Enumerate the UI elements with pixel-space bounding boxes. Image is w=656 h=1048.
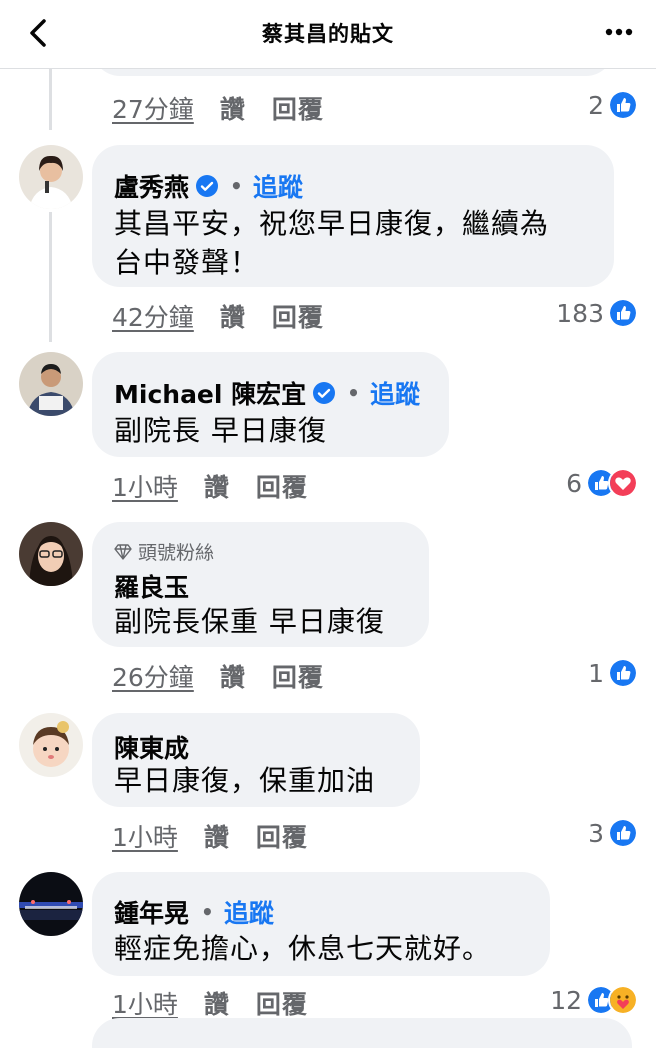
fan-badge-label: 頭號粉絲 xyxy=(138,542,215,564)
like-button[interactable]: 讚 xyxy=(220,663,246,692)
commenter-name[interactable]: Michael 陳宏宜 xyxy=(114,375,306,411)
like-reaction-icon xyxy=(608,298,638,328)
comment-text: 副院長 早日康復 xyxy=(114,411,327,450)
follow-button[interactable]: 追蹤 xyxy=(224,894,274,930)
comment-bubble: 頭號粉絲 羅良玉 副院長保重 早日康復 xyxy=(92,522,429,647)
comment-text: 副院長保重 早日康復 xyxy=(114,602,385,641)
comment-time[interactable]: 1小時 xyxy=(112,990,178,1019)
comment-bubble: 鍾年晃 • 追蹤 輕症免擔心，休息七天就好。 xyxy=(92,872,550,976)
more-dots-icon[interactable] xyxy=(604,22,634,42)
separator-dot: • xyxy=(201,900,214,924)
page-title: 蔡其昌的貼文 xyxy=(262,22,394,46)
comment-line: 副院長 早日康復 xyxy=(114,414,327,447)
thread-line xyxy=(49,68,52,130)
reply-button[interactable]: 回覆 xyxy=(272,303,324,332)
reaction-count: 1 xyxy=(588,658,604,688)
reply-button[interactable]: 回覆 xyxy=(272,95,324,124)
thread-line xyxy=(49,212,52,342)
comment-meta: 42分鐘讚回覆 xyxy=(112,298,324,334)
comment-line: 台中發聲！ xyxy=(114,246,260,279)
diamond-icon xyxy=(114,543,132,560)
follow-button[interactable]: 追蹤 xyxy=(370,375,420,411)
like-reaction-icon xyxy=(608,658,638,688)
reaction-count: 6 xyxy=(566,468,582,498)
comment-time[interactable]: 1小時 xyxy=(112,473,178,502)
comment-meta: 26分鐘讚回覆 xyxy=(112,658,324,694)
comment-time[interactable]: 1小時 xyxy=(112,823,178,852)
comment-bubble: 盧秀燕 • 追蹤 其昌平安，祝您早日康復，繼續為 台中發聲！ xyxy=(92,145,614,287)
comment-meta: 1小時讚回覆 xyxy=(112,468,308,504)
reaction-count: 12 xyxy=(550,985,582,1015)
like-button[interactable]: 讚 xyxy=(204,823,230,852)
reply-button[interactable]: 回覆 xyxy=(272,663,324,692)
comment-line: 輕症免擔心，休息七天就好。 xyxy=(114,932,492,965)
avatar[interactable] xyxy=(19,352,83,416)
like-reaction-icon xyxy=(608,818,638,848)
reply-button[interactable]: 回覆 xyxy=(256,473,308,502)
like-reaction-icon xyxy=(608,90,638,120)
comment-meta: 1小時讚回覆 xyxy=(112,818,308,854)
commenter-name[interactable]: 盧秀燕 xyxy=(114,168,189,204)
reply-button[interactable]: 回覆 xyxy=(256,823,308,852)
avatar[interactable] xyxy=(19,522,83,586)
reaction-count: 2 xyxy=(588,90,604,120)
comment-meta: 1小時讚回覆 xyxy=(112,985,308,1021)
reply-button[interactable]: 回覆 xyxy=(256,990,308,1019)
care-reaction-icon xyxy=(608,985,638,1015)
comment-line: 其昌平安，祝您早日康復，繼續為 xyxy=(114,207,550,240)
reaction-summary[interactable]: 183 xyxy=(556,298,638,328)
like-button[interactable]: 讚 xyxy=(204,473,230,502)
comment-time[interactable]: 26分鐘 xyxy=(112,663,194,692)
reaction-summary[interactable]: 12 xyxy=(550,985,638,1015)
comment-bubble: Michael 陳宏宜 • 追蹤 副院長 早日康復 xyxy=(92,352,449,457)
comment-bubble: 陳東成 早日康復，保重加油 xyxy=(92,713,420,807)
verified-badge-icon xyxy=(313,382,336,404)
follow-button[interactable]: 追蹤 xyxy=(253,168,303,204)
love-reaction-icon xyxy=(608,468,638,498)
avatar[interactable] xyxy=(19,145,83,209)
comment-line: 副院長保重 早日康復 xyxy=(114,605,385,638)
reaction-count: 3 xyxy=(588,818,604,848)
comment-line: 早日康復，保重加油 xyxy=(114,764,376,797)
reaction-summary[interactable]: 1 xyxy=(588,658,638,688)
like-button[interactable]: 讚 xyxy=(220,95,246,124)
comment-bubble xyxy=(92,1018,632,1048)
post-header: 蔡其昌的貼文 xyxy=(0,0,656,69)
separator-dot: • xyxy=(230,174,243,198)
like-button[interactable]: 讚 xyxy=(204,990,230,1019)
avatar[interactable] xyxy=(19,872,83,936)
reaction-summary[interactable]: 6 xyxy=(566,468,638,498)
reaction-summary[interactable]: 2 xyxy=(588,90,638,120)
comment-time[interactable]: 42分鐘 xyxy=(112,303,194,332)
reaction-count: 183 xyxy=(556,298,604,328)
separator-dot: • xyxy=(347,381,360,405)
comment-meta: 27分鐘讚回覆 xyxy=(112,90,324,126)
comment-text: 其昌平安，祝您早日康復，繼續為 台中發聲！ xyxy=(114,204,549,282)
avatar[interactable] xyxy=(19,713,83,777)
comment-text: 早日康復，保重加油 xyxy=(114,761,375,800)
reaction-summary[interactable]: 3 xyxy=(588,818,638,848)
commenter-name[interactable]: 羅良玉 xyxy=(114,568,189,604)
commenter-name[interactable]: 陳東成 xyxy=(114,729,189,765)
commenter-name[interactable]: 鍾年晃 xyxy=(114,894,189,930)
comment-text: 輕症免擔心，休息七天就好。 xyxy=(114,929,491,968)
comment-time[interactable]: 27分鐘 xyxy=(112,95,194,124)
fan-badge: 頭號粉絲 xyxy=(114,538,214,565)
verified-badge-icon xyxy=(196,175,219,197)
like-button[interactable]: 讚 xyxy=(220,303,246,332)
